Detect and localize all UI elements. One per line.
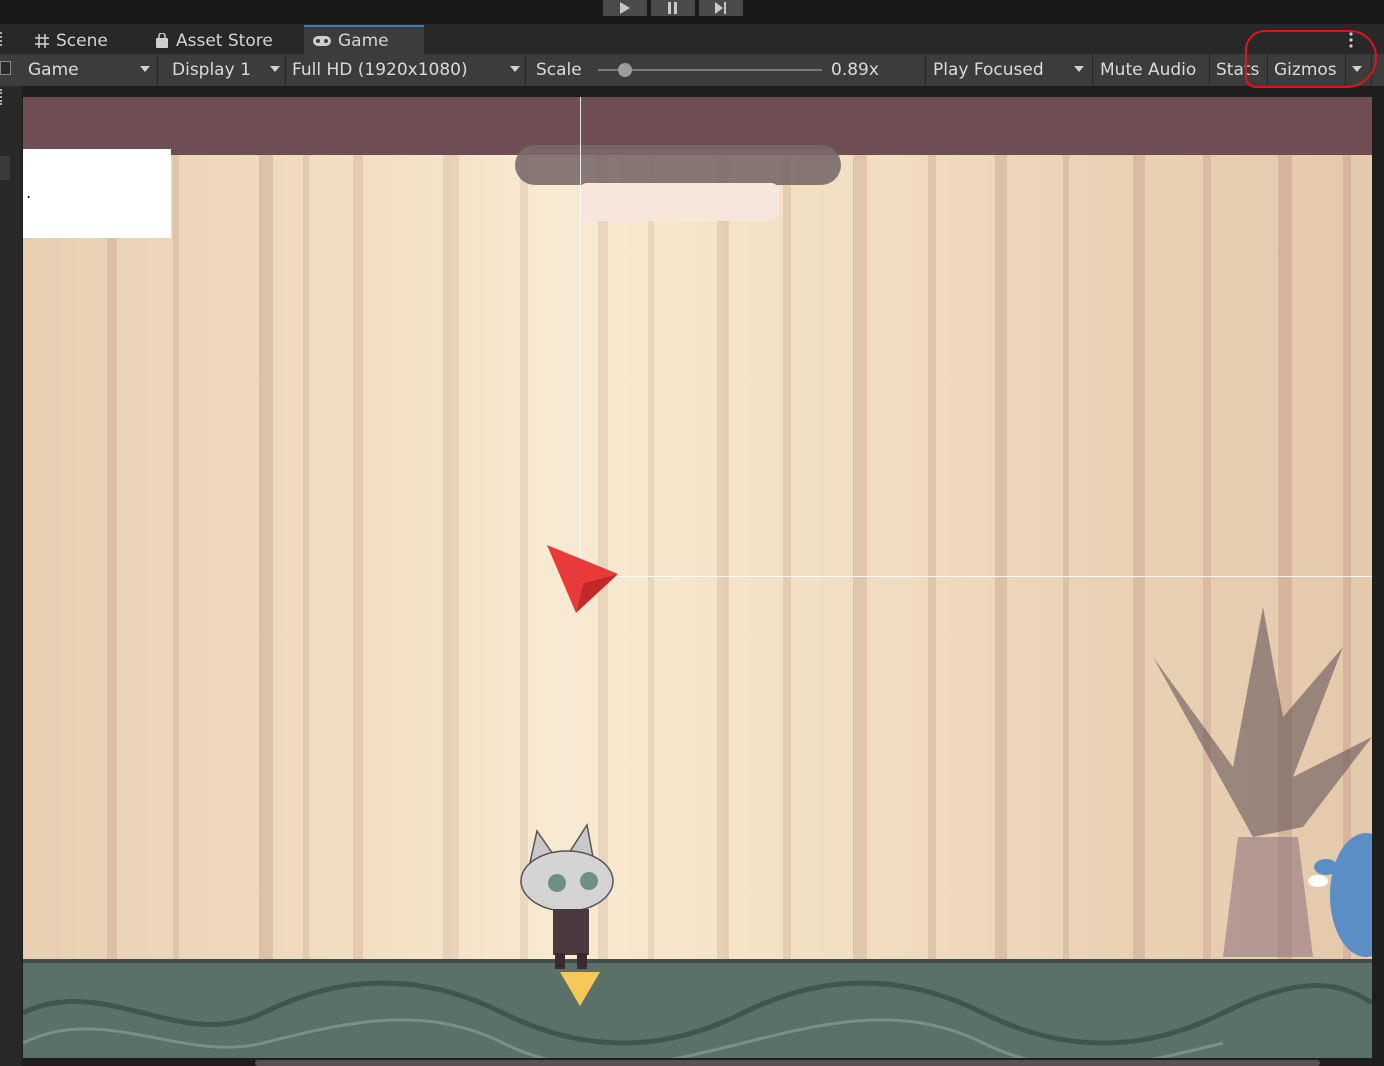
- wallpaper-stripe: [783, 155, 791, 1025]
- floor: [23, 959, 1372, 1058]
- wallpaper-stripe: [443, 155, 459, 1025]
- play-mode-label: Play Focused: [933, 59, 1044, 80]
- wallpaper-stripe: [853, 155, 867, 1025]
- gizmo-marker-triangle: [560, 972, 600, 1006]
- tab-label: Asset Store: [176, 30, 273, 51]
- display-label: Display 1: [172, 59, 251, 80]
- chevron-down-icon: [140, 66, 150, 72]
- view-mode-label: Game: [28, 59, 79, 80]
- side-tab[interactable]: [0, 156, 10, 180]
- wallpaper-stripe: [648, 155, 654, 1025]
- pause-icon: [668, 2, 677, 14]
- gizmo-line-vertical: [580, 97, 581, 579]
- scale-control: Scale 0.89x: [530, 54, 926, 85]
- wallpaper-stripe: [353, 155, 363, 1025]
- wallpaper-stripe: [107, 155, 117, 1025]
- display-dropdown[interactable]: Display 1: [166, 54, 286, 85]
- ui-label-text: .: [26, 183, 32, 202]
- wallpaper-stripe: [259, 155, 273, 1025]
- floor-pattern: [23, 980, 1372, 1058]
- cursor-arrow-icon: [547, 545, 618, 613]
- play-icon: [620, 2, 630, 14]
- grid-icon: [35, 33, 49, 48]
- side-menu-handle[interactable]: [0, 89, 5, 105]
- step-icon: [715, 2, 726, 14]
- panel-menu-handle[interactable]: [0, 32, 5, 46]
- ui-label-panel: .: [23, 149, 171, 238]
- lamp-shade: [579, 183, 779, 221]
- left-side-strip: [0, 86, 22, 1066]
- gamepad-icon: [313, 35, 331, 46]
- play-mode-dropdown[interactable]: Play Focused: [927, 54, 1093, 85]
- tab-asset-store[interactable]: Asset Store: [146, 27, 304, 54]
- cat-player-character: [520, 823, 614, 969]
- tab-label: Game: [338, 30, 389, 51]
- gizmo-line-horizontal: [583, 576, 1372, 577]
- scale-label: Scale: [536, 59, 582, 80]
- game-toolbar: Game Display 1 Full HD (1920x1080) Scale…: [0, 54, 1384, 86]
- scale-value: 0.89x: [831, 59, 879, 80]
- resolution-label: Full HD (1920x1080): [292, 59, 468, 80]
- shopping-bag-icon: [156, 32, 168, 48]
- view-mode-dropdown[interactable]: Game: [22, 54, 158, 85]
- tab-game[interactable]: Game: [304, 25, 424, 54]
- tab-scene[interactable]: Scene: [26, 27, 152, 54]
- play-button[interactable]: [603, 0, 647, 16]
- chevron-down-icon: [1074, 66, 1084, 72]
- tab-bar: Scene Asset Store Game: [0, 24, 1384, 54]
- ceiling-lamp: [515, 145, 841, 185]
- mute-audio-button[interactable]: Mute Audio: [1094, 54, 1210, 85]
- scale-slider-handle[interactable]: [618, 63, 632, 77]
- resolution-dropdown[interactable]: Full HD (1920x1080): [286, 54, 526, 85]
- game-viewport[interactable]: .: [23, 97, 1372, 1058]
- tab-label: Scene: [56, 30, 108, 51]
- wallpaper-stripe: [303, 155, 309, 1025]
- blue-character: [1308, 833, 1372, 957]
- step-button[interactable]: [699, 0, 743, 16]
- wallpaper-stripe: [928, 155, 936, 1025]
- maximize-icon[interactable]: [0, 61, 11, 75]
- wallpaper-stripe: [995, 155, 1007, 1025]
- wallpaper-stripe: [173, 155, 179, 1025]
- wallpaper-stripe: [717, 155, 729, 1025]
- mute-audio-label: Mute Audio: [1100, 59, 1197, 80]
- wallpaper-stripe: [1063, 155, 1069, 1025]
- pause-button[interactable]: [651, 0, 695, 16]
- top-play-bar: [0, 0, 1384, 24]
- horizontal-scrollbar[interactable]: [255, 1060, 1320, 1066]
- chevron-down-icon: [510, 66, 520, 72]
- annotation-circle: [1245, 30, 1377, 88]
- chevron-down-icon: [270, 66, 280, 72]
